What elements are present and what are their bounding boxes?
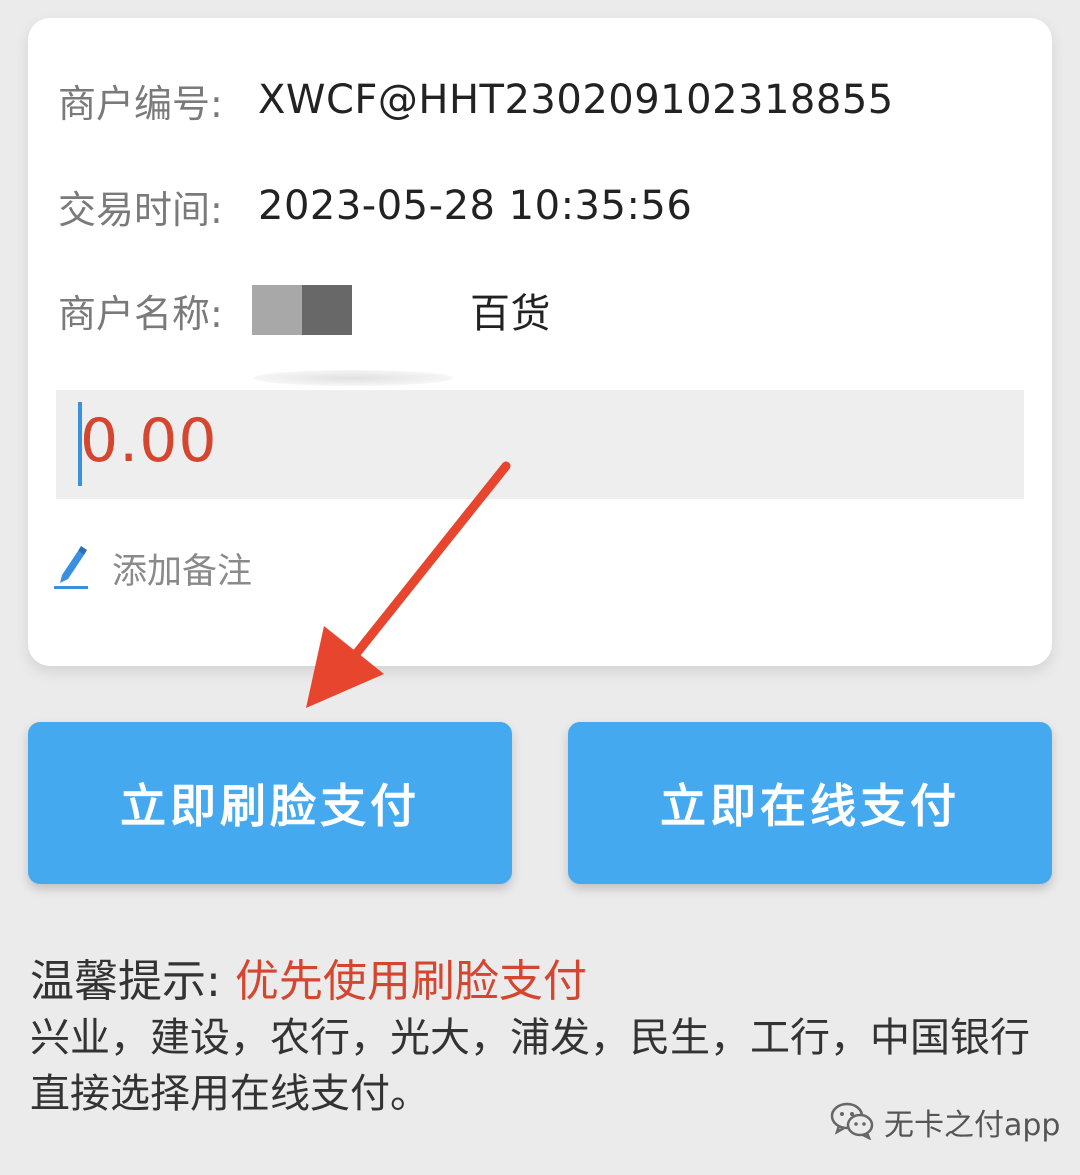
transaction-time-value: 2023-05-28 10:35:56	[258, 183, 693, 229]
tip-label: 温馨提示:	[30, 956, 221, 1007]
merchant-name-label: 商户名称:	[58, 291, 223, 336]
amount-input[interactable]: 0.00	[56, 390, 1024, 499]
merchant-card: 商户编号: XWCF@HHT230209102318855 交易时间: 2023…	[28, 18, 1052, 666]
add-note-button[interactable]: 添加备注	[54, 543, 252, 594]
merchant-name-row: 商户名称: 百货	[58, 280, 551, 340]
merchant-name-value: 百货	[470, 291, 551, 337]
merchant-id-value: XWCF@HHT230209102318855	[258, 77, 894, 123]
transaction-time-row: 交易时间: 2023-05-28 10:35:56	[58, 176, 692, 236]
merchant-id-row: 商户编号: XWCF@HHT230209102318855	[58, 70, 894, 130]
wechat-icon	[830, 1100, 876, 1144]
tip-title: 温馨提示: 优先使用刷脸支付	[30, 945, 587, 1009]
transaction-time-label: 交易时间:	[58, 187, 223, 232]
watermark: 无卡之付app	[830, 1100, 1060, 1144]
tip-highlight: 优先使用刷脸支付	[234, 956, 587, 1007]
pencil-icon	[54, 545, 90, 593]
add-note-label: 添加备注	[112, 552, 253, 592]
merchant-id-label: 商户编号:	[58, 81, 223, 126]
redaction-smudge	[253, 370, 453, 386]
amount-value: 0.00	[80, 406, 218, 476]
merchant-name-redaction	[252, 285, 470, 335]
online-pay-button[interactable]: 立即在线支付	[568, 722, 1052, 884]
watermark-text: 无卡之付app	[884, 1108, 1061, 1143]
face-pay-button[interactable]: 立即刷脸支付	[28, 722, 512, 884]
